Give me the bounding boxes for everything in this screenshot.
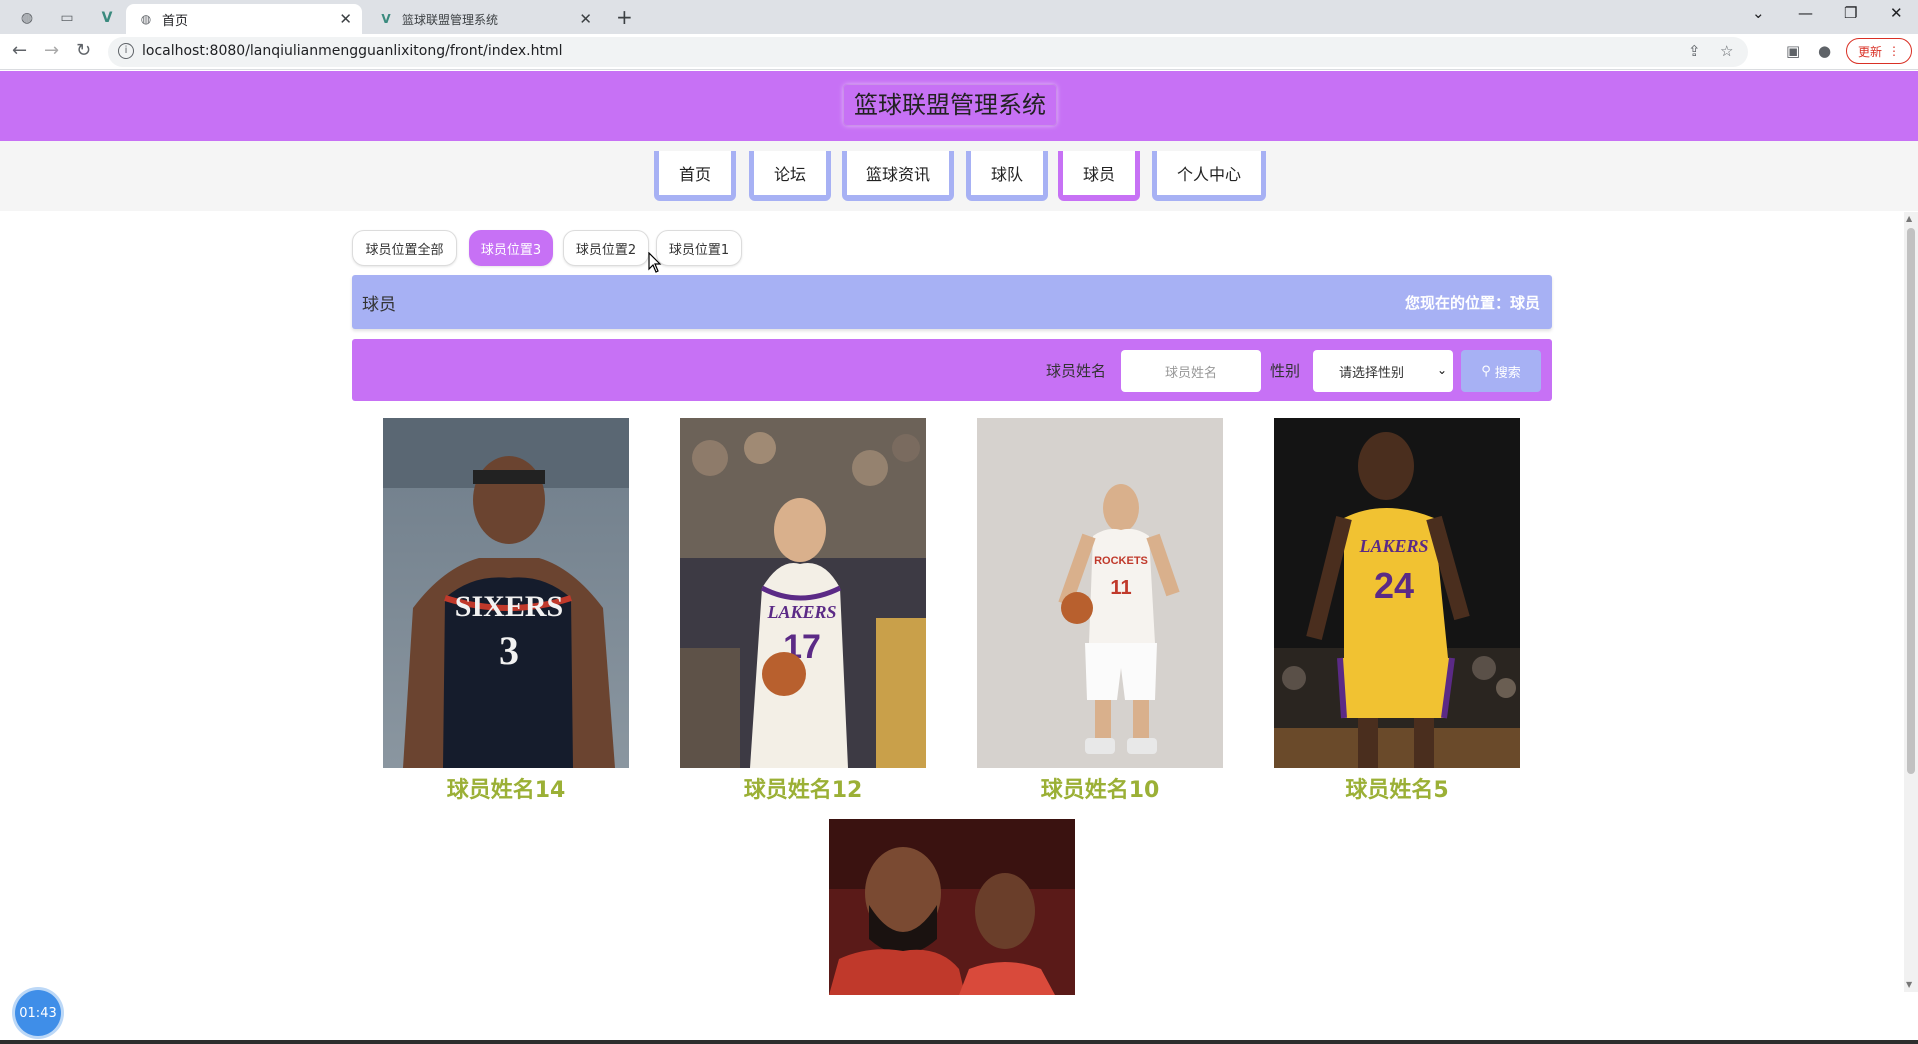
browser-toolbar: ← → ↻ i localhost:8080/lanqiulianmenggua… [0, 34, 1918, 70]
player-photo[interactable] [829, 819, 1075, 995]
browser-tab-system[interactable]: V 篮球联盟管理系统 ✕ [366, 4, 602, 34]
player-card[interactable]: SIXERS 3 球员姓名14 [383, 418, 629, 804]
nav-item-teams[interactable]: 球队 [966, 151, 1048, 201]
gender-selected: 请选择性别 [1339, 365, 1405, 381]
url-text: localhost:8080/lanqiulianmengguanlixiton… [142, 43, 563, 59]
globe-icon: ◍ [140, 12, 152, 26]
gender-select[interactable]: 请选择性别 ⌄ [1313, 350, 1453, 392]
nav-item-profile[interactable]: 个人中心 [1152, 151, 1266, 201]
mouse-cursor-icon [648, 252, 662, 273]
chevron-down-icon: ⌄ [1436, 363, 1447, 377]
more-icon: ⋮ [1888, 44, 1900, 58]
player-photo[interactable]: LAKERS 24 [1274, 418, 1520, 768]
nav-label: 球队 [990, 165, 1023, 184]
nav-item-news[interactable]: 篮球资讯 [842, 151, 954, 201]
nav-label: 篮球资讯 [865, 165, 930, 184]
main-nav: 首页 论坛 篮球资讯 球队 球员 个人中心 [0, 141, 1918, 211]
tab-label: 篮球联盟管理系统 [402, 12, 499, 27]
player-name[interactable]: 球员姓名10 [977, 772, 1223, 804]
jersey-team-text: LAKERS [766, 602, 836, 622]
breadcrumb: 球员 您现在的位置：球员 [352, 275, 1552, 329]
side-panel-icon[interactable]: ▣ [1786, 42, 1800, 60]
player-card[interactable]: LAKERS 24 球员姓名5 [1274, 418, 1520, 804]
player-photo[interactable]: ROCKETS 11 [977, 418, 1223, 768]
new-tab-icon[interactable]: + [616, 5, 633, 29]
star-icon[interactable]: ☆ [1720, 42, 1733, 60]
tab-label: 首页 [162, 13, 189, 29]
jersey-team-text: SIXERS [455, 590, 563, 623]
close-window-icon[interactable]: ✕ [1890, 4, 1903, 22]
filter-position-1[interactable]: 球员位置1 [656, 230, 742, 266]
filter-position-all[interactable]: 球员位置全部 [352, 230, 457, 266]
share-icon[interactable]: ⇪ [1688, 42, 1701, 60]
nav-label: 个人中心 [1176, 165, 1241, 184]
jersey-number-text: 24 [1374, 565, 1414, 606]
current-location: 您现在的位置：球员 [1404, 294, 1540, 312]
minimize-icon[interactable]: — [1798, 4, 1813, 22]
input-placeholder: 球员姓名 [1164, 365, 1217, 381]
filter-position-3[interactable]: 球员位置3 [469, 230, 553, 266]
filter-position-2[interactable]: 球员位置2 [563, 230, 649, 266]
nav-label: 论坛 [773, 165, 806, 184]
nav-item-home[interactable]: 首页 [654, 151, 736, 201]
restore-icon[interactable]: ❐ [1844, 4, 1857, 22]
back-arrow-icon[interactable]: ← [12, 40, 27, 61]
gender-label: 性别 [1270, 362, 1301, 380]
player-photo[interactable]: LAKERS 17 [680, 418, 926, 768]
jersey-team-text: LAKERS [1358, 536, 1428, 556]
nav-label: 首页 [678, 165, 711, 184]
scroll-down-icon[interactable]: ▼ [1906, 980, 1912, 989]
site-title: 篮球联盟管理系统 [844, 85, 1056, 125]
jersey-number-text: 11 [1110, 577, 1131, 599]
scroll-up-icon[interactable]: ▲ [1906, 214, 1912, 223]
player-name[interactable]: 球员姓名5 [1274, 772, 1520, 804]
jersey-team-text: ROCKETS [1094, 555, 1148, 567]
player-name[interactable]: 球员姓名14 [383, 772, 629, 804]
player-name-input[interactable]: 球员姓名 [1121, 350, 1261, 392]
filter-label: 球员位置3 [480, 242, 542, 258]
chevron-down-icon[interactable]: ⌄ [1752, 4, 1765, 22]
scroll-thumb[interactable] [1907, 228, 1915, 774]
blank-page-icon[interactable]: ▭ [52, 6, 82, 30]
taskbar-edge [0, 1040, 1918, 1044]
page-title: 球员 [362, 295, 396, 315]
player-card[interactable]: ROCKETS 11 球员姓名10 [977, 418, 1223, 804]
globe-icon[interactable]: ◍ [12, 6, 42, 30]
timer-badge[interactable]: 01:43 [15, 990, 61, 1036]
nav-item-forum[interactable]: 论坛 [749, 151, 831, 201]
close-icon[interactable]: ✕ [339, 10, 352, 28]
search-button-label: 搜索 [1494, 365, 1521, 381]
page-scrollbar[interactable]: ▲ ▼ [1904, 212, 1918, 992]
player-card[interactable]: LAKERS 17 球员姓名12 [680, 418, 926, 804]
player-name-label: 球员姓名 [1046, 362, 1107, 380]
profile-icon[interactable]: ● [1818, 42, 1831, 60]
forward-arrow-icon[interactable]: → [44, 40, 59, 61]
search-icon: ⚲ [1481, 363, 1491, 379]
filter-label: 球员位置全部 [365, 242, 444, 258]
player-name[interactable]: 球员姓名12 [680, 772, 926, 804]
filter-label: 球员位置1 [668, 242, 730, 258]
browser-tab-bar: ◍ ▭ V ◍ 首页 ✕ V 篮球联盟管理系统 ✕ + ⌄ — ❐ ✕ [0, 0, 1918, 34]
player-card[interactable] [829, 819, 1075, 995]
info-icon[interactable]: i [118, 43, 134, 59]
vue-icon: V [381, 12, 391, 26]
update-button[interactable]: 更新 ⋮ [1846, 38, 1912, 64]
search-button[interactable]: ⚲ 搜索 [1461, 350, 1541, 392]
address-bar[interactable]: i localhost:8080/lanqiulianmengguanlixit… [108, 37, 1748, 67]
close-icon[interactable]: ✕ [579, 10, 592, 28]
jersey-number-text: 3 [499, 628, 519, 673]
vue-icon[interactable]: V [92, 6, 122, 30]
reload-icon[interactable]: ↻ [76, 40, 91, 61]
player-photo[interactable]: SIXERS 3 [383, 418, 629, 768]
browser-tab-home[interactable]: ◍ 首页 ✕ [126, 4, 362, 34]
filter-label: 球员位置2 [575, 242, 637, 258]
nav-label: 球员 [1082, 165, 1115, 184]
search-bar: 球员姓名 球员姓名 性别 请选择性别 ⌄ ⚲ 搜索 [352, 339, 1552, 401]
nav-item-players[interactable]: 球员 [1058, 151, 1140, 201]
update-label: 更新 [1857, 44, 1882, 59]
site-header: 篮球联盟管理系统 [0, 71, 1918, 141]
